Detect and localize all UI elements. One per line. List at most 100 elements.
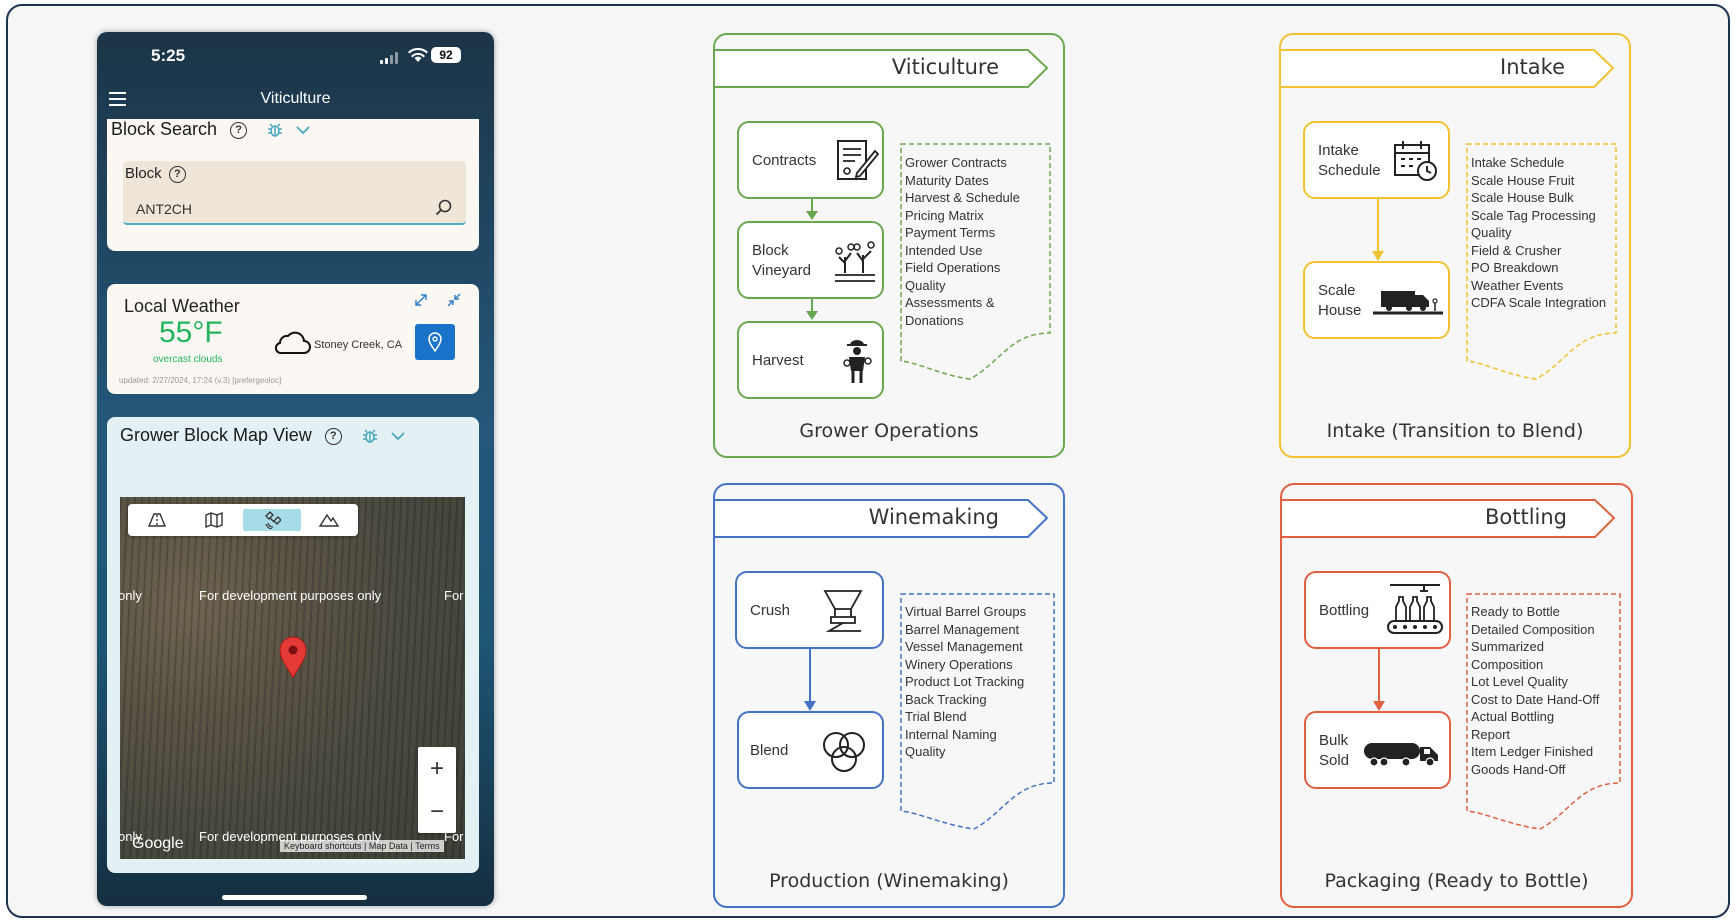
expand-icon[interactable] <box>414 293 428 307</box>
details-item: Cost to Date Hand-Off <box>1471 691 1600 707</box>
node-label: Contracts <box>752 152 817 169</box>
map-view-card: Grower Block Map View ? only For develop… <box>107 417 479 873</box>
details-item: Internal Naming <box>905 726 997 742</box>
map-watermark: only <box>120 588 142 603</box>
details-item: Summarized <box>1471 639 1544 654</box>
details-item: Actual Bottling <box>1471 709 1555 724</box>
details-item: Item Ledger Finished <box>1471 744 1594 759</box>
google-logo: Google <box>132 835 184 852</box>
road-icon <box>147 513 166 527</box>
panel-title-arrow <box>715 49 1049 88</box>
flow-arrow <box>804 649 816 711</box>
phone-screenshot: 5:25 92 Viticulture Block Search ? Block… <box>97 32 494 906</box>
weather-description: overcast clouds <box>153 354 223 365</box>
details-item: Quality <box>905 277 946 293</box>
details-item: Donations <box>905 312 964 328</box>
panel-packaging: Bottling Bottling Bulk Sold Ready to Bot… <box>1280 483 1633 908</box>
node-label: Blend <box>750 742 789 759</box>
zoom-in-button[interactable]: + <box>418 747 456 790</box>
details-item: Field & Crusher <box>1471 242 1562 258</box>
help-icon[interactable]: ? <box>230 121 248 139</box>
details-item: Quality <box>905 744 946 759</box>
battery-indicator: 92 <box>431 47 461 63</box>
panel-title: Viticulture <box>891 55 999 79</box>
node-label: Block Vineyard <box>752 242 811 279</box>
location-button[interactable] <box>415 324 455 360</box>
help-icon[interactable]: ? <box>168 165 186 183</box>
home-indicator <box>222 895 367 900</box>
block-input-value[interactable]: ANT2CH <box>136 201 192 217</box>
details-item: Scale House Fruit <box>1471 172 1575 188</box>
flow-arrow <box>1372 199 1384 261</box>
map-type-satellite[interactable] <box>243 509 301 531</box>
weather-location: Stoney Creek, CA <box>314 339 403 351</box>
map-watermark: For <box>444 588 464 603</box>
chevron-down-icon[interactable] <box>295 125 311 135</box>
bug-icon[interactable] <box>361 427 379 445</box>
details-item: Scale House Bulk <box>1471 190 1574 205</box>
flow-arrow <box>1373 649 1385 711</box>
map-type-map[interactable] <box>186 504 244 536</box>
node-label: Intake Schedule <box>1318 142 1381 179</box>
map-view-title: Grower Block Map View <box>120 425 312 445</box>
zoom-out-button[interactable]: − <box>418 790 456 833</box>
details-item: Ready to Bottle <box>1471 604 1560 619</box>
nav-title: Viticulture <box>260 90 331 107</box>
node-label: Bulk Sold <box>1319 732 1350 769</box>
details-item: Composition <box>1471 656 1544 672</box>
vineyard-icon <box>835 241 875 282</box>
details-item: Quality <box>1471 225 1512 240</box>
node-label: Scale House <box>1318 282 1362 319</box>
tanker-truck-icon <box>1364 743 1438 767</box>
panel-title: Winemaking <box>868 505 999 529</box>
map-type-toolbar <box>128 504 358 536</box>
harvester-icon <box>843 340 872 383</box>
panel-footer: Packaging (Ready to Bottle) <box>1324 870 1589 892</box>
status-time: 5:25 <box>151 46 186 65</box>
block-field-label: Block <box>125 165 162 182</box>
details-item: Maturity Dates <box>905 172 989 188</box>
help-icon[interactable]: ? <box>324 427 342 445</box>
details-item: Product Lot Tracking <box>905 674 1025 689</box>
map-icon <box>205 512 223 528</box>
details-item: Goods Hand-Off <box>1471 761 1566 777</box>
bug-icon[interactable] <box>266 121 284 139</box>
node-label: Bottling <box>1319 602 1370 619</box>
details-list: Grower Contracts Maturity Dates Harvest … <box>905 154 1020 329</box>
collapse-icon[interactable] <box>447 293 461 307</box>
signal-icon <box>380 52 398 64</box>
details-item: Report <box>1471 726 1511 742</box>
weather-card: Local Weather 55°F overcast clouds Stone… <box>107 284 479 394</box>
details-item: Pricing Matrix <box>905 207 984 223</box>
weather-title: Local Weather <box>124 296 240 316</box>
details-item: Barrel Management <box>905 621 1020 637</box>
chevron-down-icon[interactable] <box>390 431 406 441</box>
details-item: Intended Use <box>905 242 983 258</box>
details-list: Ready to Bottle Detailed Composition Sum… <box>1471 603 1599 778</box>
details-item: Field Operations <box>905 260 1001 275</box>
node-harvest: Harvest <box>737 321 884 399</box>
node-bottling: Bottling <box>1304 571 1451 649</box>
block-search-title: Block Search <box>111 119 218 139</box>
node-label: Harvest <box>752 352 804 369</box>
map-type-road[interactable] <box>128 504 186 536</box>
details-item: Grower Contracts <box>905 155 1007 170</box>
block-field[interactable]: Block ? ANT2CH <box>123 161 466 225</box>
map-pin-icon[interactable] <box>278 635 308 679</box>
map-type-terrain[interactable] <box>301 504 359 536</box>
satellite-map[interactable]: only For development purposes only For +… <box>120 497 465 859</box>
search-icon[interactable] <box>435 199 453 217</box>
details-item: Winery Operations <box>905 656 1013 672</box>
panel-title: Intake <box>1500 55 1565 79</box>
map-attribution[interactable]: Keyboard shortcuts | Map Data | Terms <box>280 840 444 852</box>
panel-title: Bottling <box>1484 505 1567 529</box>
details-item: Payment Terms <box>905 225 996 240</box>
calendar-clock-icon <box>1394 141 1437 181</box>
details-item: Scale Tag Processing <box>1471 207 1596 223</box>
details-list: Intake Schedule Scale House Fruit Scale … <box>1471 154 1606 312</box>
details-item: Vessel Management <box>905 639 1023 654</box>
weather-updated: updated: 2/27/2024, 17:24 (v.3) [preferg… <box>119 376 282 385</box>
details-item: Weather Events <box>1471 277 1564 293</box>
details-item: Back Tracking <box>905 691 987 707</box>
details-item: Trial Blend <box>905 709 967 724</box>
